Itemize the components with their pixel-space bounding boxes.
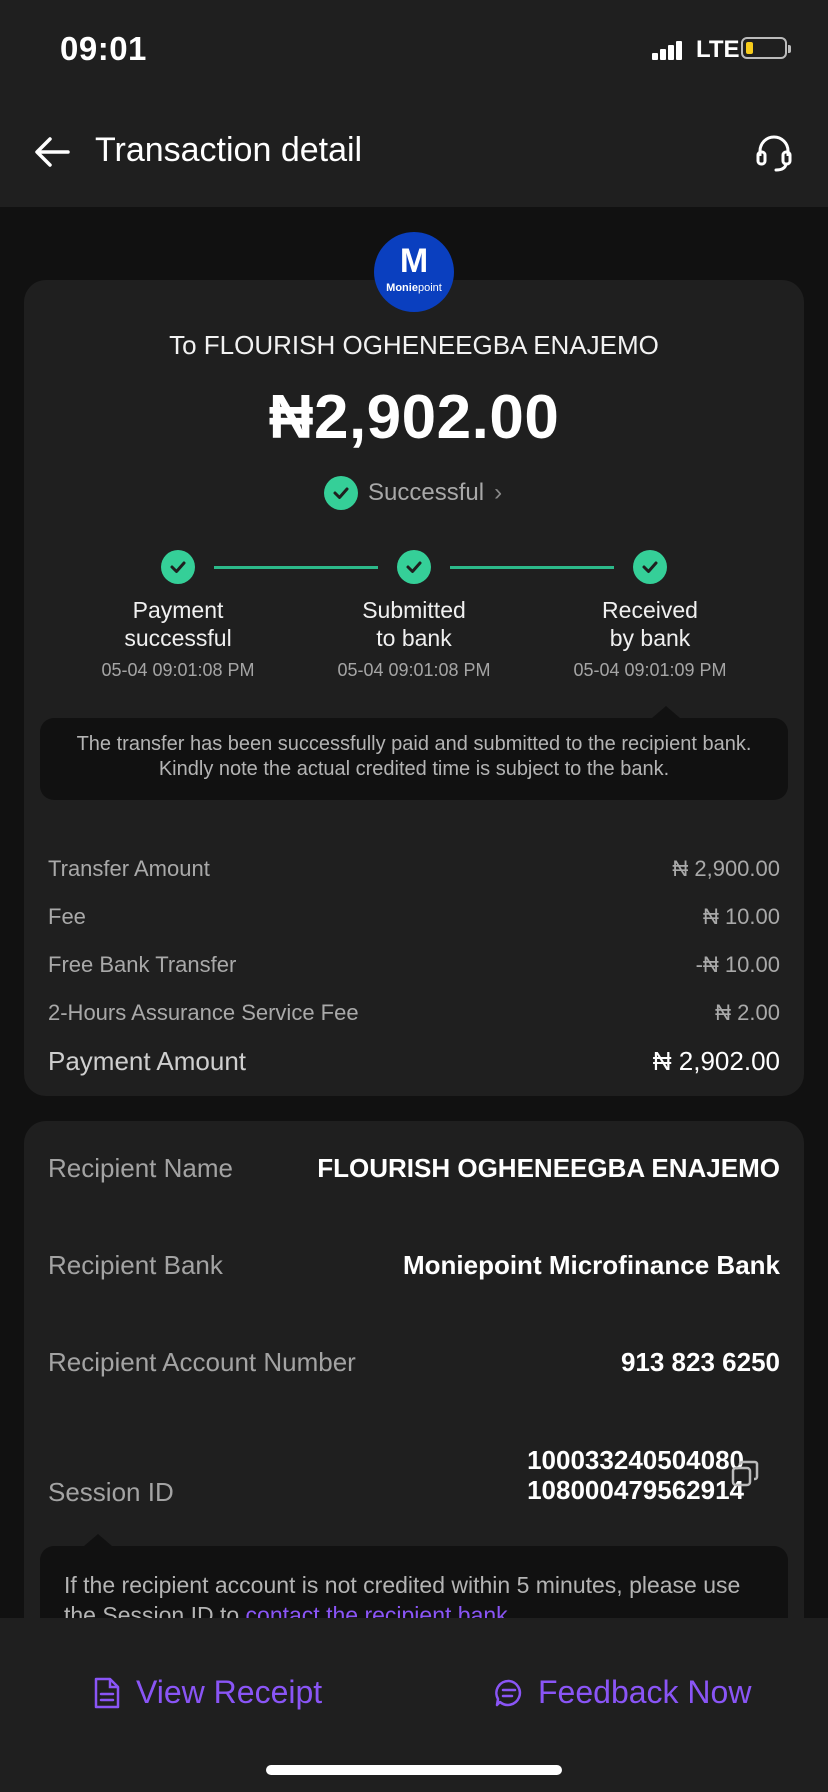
chevron-right-icon: › [494,479,503,506]
step-time: 05-04 09:01:08 PM [101,660,255,680]
arrow-left-icon [35,137,70,167]
copy-icon [731,1460,759,1487]
signal-icon [652,40,682,60]
progress-step: Submitted to bank 05-04 09:01:08 PM [294,550,534,681]
step-time: 05-04 09:01:09 PM [573,660,727,680]
bank-logo: M Moniepoint [374,232,454,312]
copy-button[interactable] [730,1459,760,1489]
fee-row: Transfer Amount ₦ 2,900.00 [48,856,780,881]
status-text: Successful [368,479,485,506]
view-receipt-button[interactable]: View Receipt [92,1674,322,1711]
view-receipt-label: View Receipt [136,1674,323,1710]
progress-step: Payment successful 05-04 09:01:08 PM [58,550,298,681]
fee-row: Fee ₦ 10.00 [48,904,780,929]
recipient-heading: To FLOURISH OGHENEEGBA ENAJEMO [169,330,659,360]
back-button[interactable] [30,130,74,174]
document-icon [94,1677,120,1708]
feedback-button[interactable]: Feedback Now [494,1674,751,1711]
tooltip-arrow [652,706,680,718]
step-label: Received by bank [602,597,698,651]
payment-amount-row: Payment Amount ₦ 2,902.00 [48,1046,780,1076]
chat-icon [495,1679,522,1706]
support-button[interactable] [752,130,796,174]
recipient-name-row: Recipient Name FLOURISH OGHENEEGBA ENAJEM… [48,1153,780,1183]
status-bar: 09:01 LTE [0,0,828,100]
status-time: 09:01 [60,30,147,67]
check-circle-icon [161,550,195,584]
check-circle-icon [324,476,358,510]
recipient-details-card: Recipient Name FLOURISH OGHENEEGBA ENAJEM… [24,1121,804,1666]
transaction-amount: ₦2,902.00 [268,383,560,452]
fee-row: 2-Hours Assurance Service Fee ₦ 2.00 [48,1000,780,1025]
feedback-label: Feedback Now [538,1674,752,1710]
fee-row: Free Bank Transfer -₦ 10.00 [48,952,780,977]
check-circle-icon [633,550,667,584]
transaction-summary-card: To FLOURISH OGHENEEGBA ENAJEMO ₦2,902.00… [24,280,804,1096]
home-indicator[interactable] [266,1765,562,1775]
tooltip-arrow [84,1534,112,1546]
recipient-account-row: Recipient Account Number 913 823 6250 [48,1347,780,1377]
logo-letter: M [399,242,429,280]
logo-brand: Moniepoint [386,282,442,294]
progress-step: Received by bank 05-04 09:01:09 PM [530,550,770,681]
battery-icon [741,37,791,59]
check-circle-icon [397,550,431,584]
headset-icon [756,135,792,172]
page-title: Transaction detail [95,131,363,169]
recipient-bank-row: Recipient Bank Moniepoint Microfinance Ba… [48,1250,780,1280]
step-note: The transfer has been successfully paid … [40,718,788,800]
session-id-label: Session ID [48,1477,174,1507]
step-time: 05-04 09:01:08 PM [337,660,491,680]
status-link[interactable]: Successful › [324,475,502,511]
bottom-action-bar: View Receipt Feedback Now [0,1618,828,1792]
nav-bar: Transaction detail [0,100,828,207]
step-label: Submitted to bank [362,597,466,651]
network-type: LTE [696,36,740,63]
session-id-value: 100033240504080 108000479562914 [527,1445,744,1505]
step-label: Payment successful [124,597,232,651]
